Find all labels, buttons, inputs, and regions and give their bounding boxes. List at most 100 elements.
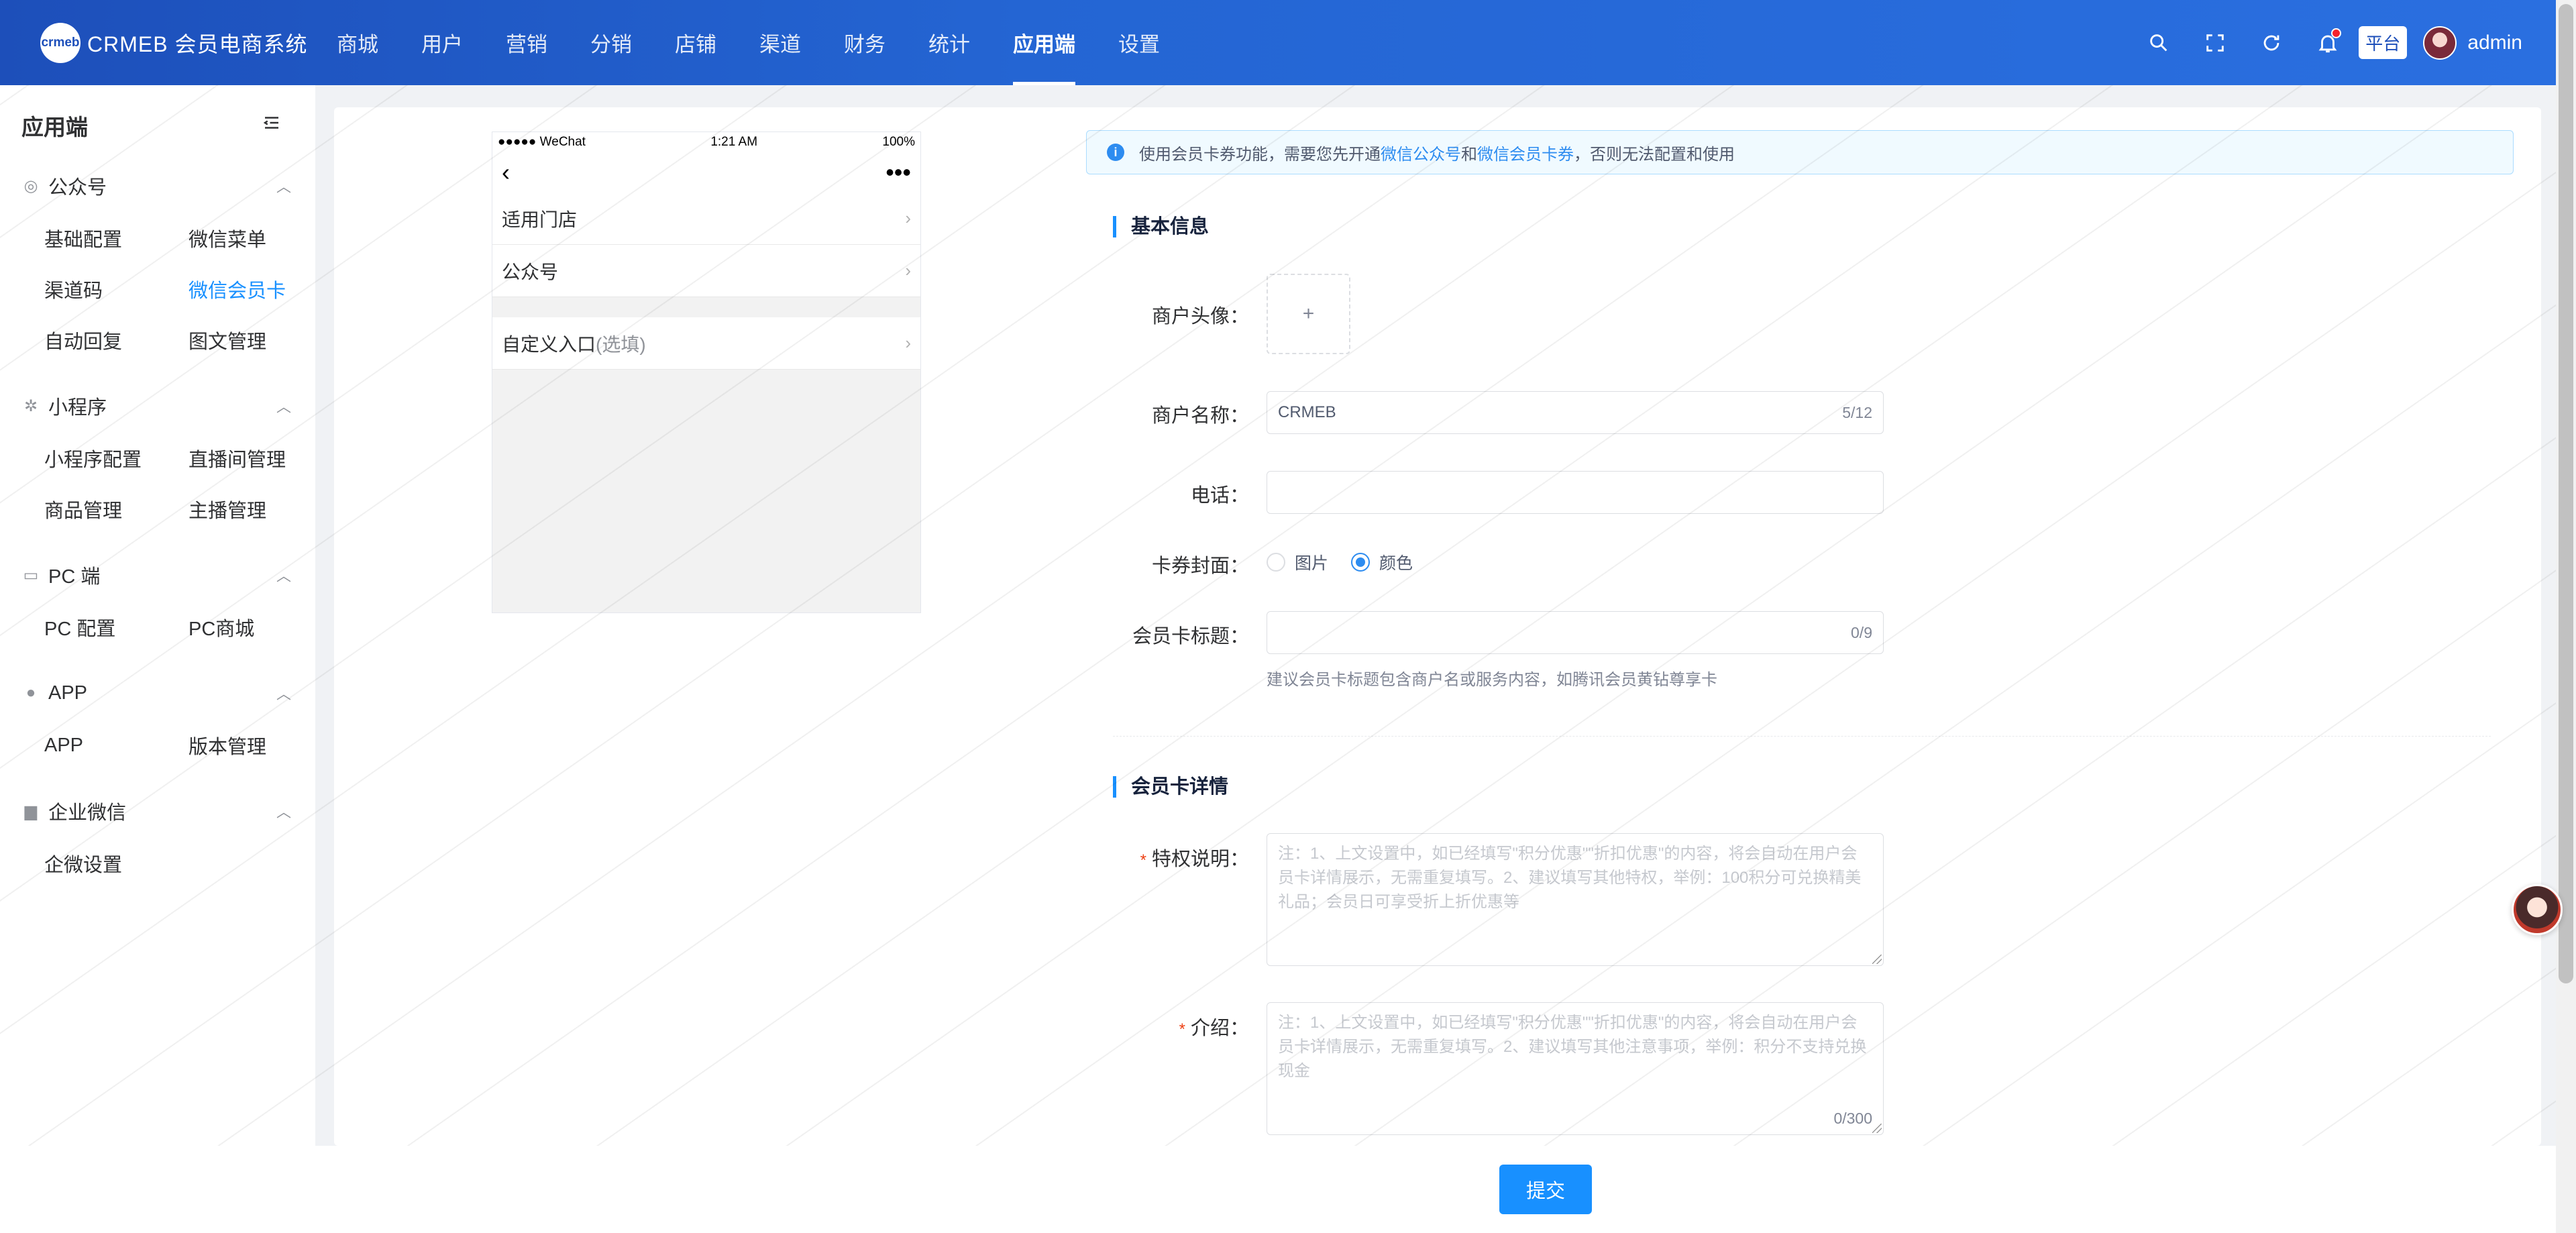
sidebar-item-basic-config[interactable]: 基础配置 (44, 213, 189, 264)
sidebar-group-head[interactable]: ● APP ︿ (0, 666, 315, 720)
cover-radio-image[interactable] (1267, 553, 1285, 572)
card-title-input[interactable]: 0/9 (1267, 611, 1884, 654)
fullscreen-icon[interactable] (2202, 30, 2229, 56)
sidebar-group-head[interactable]: ✲ 小程序 ︿ (0, 379, 315, 433)
sidebar-item-mini-config[interactable]: 小程序配置 (44, 433, 189, 484)
mini-program-icon: ✲ (23, 396, 38, 415)
refresh-icon[interactable] (2258, 30, 2285, 56)
merchant-name-value: CRMEB (1278, 403, 1336, 421)
privilege-textarea[interactable]: 注：1、上文设置中，如已经填写"积分优惠""折扣优惠"的内容，将会自动在用户会员… (1267, 833, 1884, 966)
sidebar-group-mini-program: ✲ 小程序 ︿ 小程序配置 直播间管理 商品管理 主播管理 (0, 379, 315, 535)
username[interactable]: admin (2467, 32, 2522, 54)
required-mark: * (1140, 851, 1146, 869)
chevron-right-icon: › (905, 208, 911, 228)
cover-option-label[interactable]: 颜色 (1379, 550, 1413, 574)
collapse-menu-icon[interactable] (262, 113, 282, 138)
cover-option-label[interactable]: 图片 (1295, 550, 1328, 574)
phone-row-label-wrap: 自定义入口(选填) (502, 330, 646, 357)
sidebar-item-version-manage[interactable]: 版本管理 (189, 720, 333, 771)
nav-item-mall[interactable]: 商城 (315, 0, 400, 85)
submit-button[interactable]: 提交 (1499, 1165, 1592, 1214)
top-header: crmeb CRMEB 会员电商系统 商城 用户 营销 分销 店铺 渠道 财务 … (0, 0, 2556, 85)
more-icon: ••• (885, 158, 911, 186)
nav-item-user[interactable]: 用户 (400, 0, 484, 85)
sidebar-group-label: 小程序 (48, 397, 107, 419)
chevron-up-icon: ︿ (276, 686, 291, 702)
cover-radio-group: 图片 颜色 (1267, 550, 1436, 574)
sidebar-item-live-room[interactable]: 直播间管理 (189, 433, 333, 484)
nav-item-marketing[interactable]: 营销 (484, 0, 569, 85)
phone-row-label: 公众号 (502, 261, 559, 282)
intro-label-text: 介绍： (1190, 1018, 1249, 1039)
logo[interactable]: crmeb CRMEB 会员电商系统 (0, 22, 315, 63)
resize-handle[interactable] (1872, 955, 1882, 964)
phone-row-label: 自定义入口 (502, 333, 596, 355)
sidebar-item-channel-code[interactable]: 渠道码 (44, 264, 189, 315)
phone-row-custom-entry: 自定义入口(选填) › (492, 317, 920, 370)
monitor-icon: ▭ (23, 566, 39, 584)
resize-handle[interactable] (1872, 1124, 1882, 1133)
nav-item-statistics[interactable]: 统计 (907, 0, 991, 85)
customer-service-avatar[interactable] (2512, 884, 2563, 935)
chevron-up-icon: ︿ (276, 398, 291, 415)
avatar[interactable] (2423, 25, 2457, 60)
sidebar-group-head[interactable]: ▆ 企业微信 ︿ (0, 784, 315, 838)
intro-textarea[interactable]: 注：1、上文设置中，如已经填写"积分优惠""折扣优惠"的内容，将会自动在用户会员… (1267, 1002, 1884, 1135)
info-alert: i 使用会员卡券功能，需要您先开通 微信公众号 和 微信会员卡券 ，否则无法配置… (1086, 130, 2514, 174)
chevron-up-icon: ︿ (276, 804, 291, 820)
nav-item-distribution[interactable]: 分销 (569, 0, 653, 85)
page-scrollbar-thumb[interactable] (2559, 4, 2573, 983)
sidebar-item-product-manage[interactable]: 商品管理 (44, 484, 189, 535)
phone-nav-bar: ‹ ••• (492, 152, 920, 193)
alert-text-prefix: 使用会员卡券功能，需要您先开通 (1139, 145, 1381, 164)
alert-link-member-card[interactable]: 微信会员卡券 (1477, 141, 1574, 164)
sidebar-header: 应用端 (0, 105, 315, 146)
sidebar: 应用端 ◎ 公众号 ︿ 基础配置 微信菜单 渠道码 微信会员卡 自动回复 图文管… (0, 85, 315, 1146)
sidebar-group-work-wechat: ▆ 企业微信 ︿ 企微设置 (0, 784, 315, 889)
app-icon: ● (25, 684, 36, 702)
avatar-upload[interactable]: + (1267, 274, 1350, 354)
search-icon[interactable] (2145, 30, 2172, 56)
nav-item-finance[interactable]: 财务 (822, 0, 907, 85)
info-icon: i (1107, 144, 1124, 161)
section-title-basic: 基本信息 (1113, 216, 1209, 237)
sidebar-item-work-wechat-settings[interactable]: 企微设置 (44, 838, 189, 889)
sidebar-group-label: 企业微信 (48, 802, 127, 824)
phone-row-optional: (选填) (596, 333, 646, 355)
platform-badge[interactable]: 平台 (2359, 26, 2408, 59)
section-title-detail: 会员卡详情 (1113, 776, 1228, 798)
sidebar-group-head[interactable]: ◎ 公众号 ︿ (0, 159, 315, 213)
alert-text-mid: 和 (1461, 145, 1477, 164)
phone-input[interactable] (1267, 471, 1884, 514)
required-mark: * (1179, 1020, 1185, 1038)
plus-icon: + (1302, 303, 1315, 325)
top-nav: 商城 用户 营销 分销 店铺 渠道 财务 统计 应用端 设置 (315, 0, 1181, 85)
nav-item-store[interactable]: 店铺 (653, 0, 738, 85)
bell-icon[interactable] (2314, 28, 2342, 56)
intro-placeholder: 注：1、上文设置中，如已经填写"积分优惠""折扣优惠"的内容，将会自动在用户会员… (1278, 1014, 1867, 1080)
sidebar-item-auto-reply[interactable]: 自动回复 (44, 315, 189, 366)
avatar-label: 商户头像： (1151, 306, 1249, 327)
sidebar-item-pc-config[interactable]: PC 配置 (44, 602, 189, 653)
sidebar-item-pc-mall[interactable]: PC商城 (189, 602, 333, 653)
logo-mark: crmeb (40, 22, 80, 63)
sidebar-item-article-manage[interactable]: 图文管理 (189, 315, 333, 366)
phone-preview: ●●●●● WeChat 1:21 AM 100% ‹ ••• 适用门店 › 公… (492, 131, 921, 613)
phone-row-stores: 适用门店 › (492, 193, 920, 245)
privilege-placeholder: 注：1、上文设置中，如已经填写"积分优惠""折扣优惠"的内容，将会自动在用户会员… (1278, 845, 1862, 911)
alert-link-official-account[interactable]: 微信公众号 (1381, 141, 1461, 164)
sidebar-group-app: ● APP ︿ APP 版本管理 (0, 666, 315, 771)
sidebar-group-head[interactable]: ▭ PC 端 ︿ (0, 548, 315, 602)
phone-status-bar: ●●●●● WeChat 1:21 AM 100% (492, 132, 920, 152)
sidebar-item-anchor-manage[interactable]: 主播管理 (189, 484, 333, 535)
nav-item-application[interactable]: 应用端 (991, 0, 1097, 85)
sidebar-item-wechat-menu[interactable]: 微信菜单 (189, 213, 333, 264)
nav-item-channel[interactable]: 渠道 (738, 0, 822, 85)
merchant-name-input[interactable]: CRMEB 5/12 (1267, 391, 1884, 434)
chevron-up-icon: ︿ (276, 568, 291, 584)
alert-text-suffix: ，否则无法配置和使用 (1574, 145, 1735, 164)
sidebar-item-app[interactable]: APP (44, 720, 189, 771)
sidebar-item-member-card[interactable]: 微信会员卡 (189, 264, 333, 315)
nav-item-settings[interactable]: 设置 (1097, 0, 1181, 85)
cover-radio-color[interactable] (1351, 553, 1371, 572)
